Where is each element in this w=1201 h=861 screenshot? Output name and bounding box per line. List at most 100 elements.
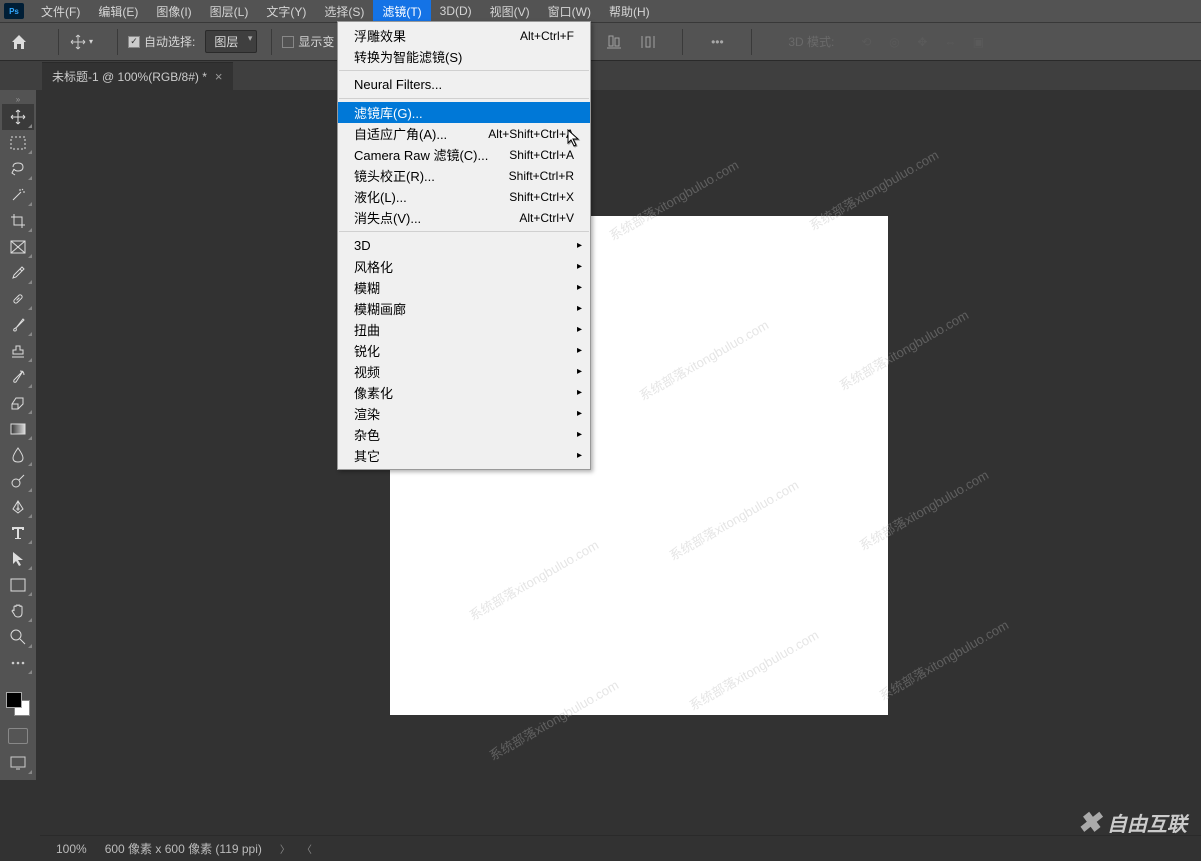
crop-tool[interactable] — [2, 208, 34, 234]
more-options-icon[interactable]: ••• — [707, 32, 727, 52]
auto-select-checkbox[interactable]: ✓ 自动选择: — [128, 33, 195, 50]
color-swatches[interactable] — [6, 692, 30, 716]
menu-item-4[interactable]: 文字(Y) — [257, 0, 315, 22]
status-bar: 100% 600 像素 x 600 像素 (119 ppi) 〉 〈 — [40, 835, 1201, 861]
filter-menu: 浮雕效果Alt+Ctrl+F转换为智能滤镜(S)Neural Filters..… — [337, 21, 591, 470]
menu-item[interactable]: 镜头校正(R)...Shift+Ctrl+R — [338, 165, 590, 186]
document-tab[interactable]: 未标题-1 @ 100%(RGB/8#) * × — [42, 62, 233, 90]
menu-item-label: 3D — [354, 238, 574, 253]
menu-item-10[interactable]: 帮助(H) — [600, 0, 659, 22]
more-tool[interactable] — [2, 650, 34, 676]
3d-slide-icon: ⇔ — [940, 32, 960, 52]
menu-item-7[interactable]: 3D(D) — [431, 0, 481, 22]
healing-tool[interactable] — [2, 286, 34, 312]
zoom-level[interactable]: 100% — [56, 842, 87, 856]
collapse-icon[interactable]: » — [0, 94, 36, 104]
magic-wand-tool[interactable] — [2, 182, 34, 208]
foreground-color[interactable] — [6, 692, 22, 708]
show-transform-label: 显示变 — [298, 33, 334, 50]
menu-item-label: Camera Raw 滤镜(C)... — [354, 145, 509, 164]
gradient-tool[interactable] — [2, 416, 34, 442]
menu-item-label: 锐化 — [354, 341, 574, 360]
menu-item[interactable]: 滤镜库(G)... — [338, 102, 590, 123]
menu-item[interactable]: 转换为智能滤镜(S) — [338, 46, 590, 67]
marquee-tool[interactable] — [2, 130, 34, 156]
dodge-tool[interactable] — [2, 468, 34, 494]
show-transform-checkbox[interactable]: 显示变 — [282, 33, 334, 50]
close-icon[interactable]: × — [215, 69, 223, 84]
stamp-tool[interactable] — [2, 338, 34, 364]
document-info[interactable]: 600 像素 x 600 像素 (119 ppi) — [105, 840, 262, 857]
menu-item[interactable]: 扭曲 — [338, 319, 590, 340]
eyedropper-tool[interactable] — [2, 260, 34, 286]
menu-item[interactable]: 3D — [338, 235, 590, 256]
menu-bar: Ps 文件(F)编辑(E)图像(I)图层(L)文字(Y)选择(S)滤镜(T)3D… — [0, 0, 1201, 22]
menu-item-3[interactable]: 图层(L) — [201, 0, 258, 22]
menu-item-5[interactable]: 选择(S) — [315, 0, 373, 22]
menu-item[interactable]: 模糊 — [338, 277, 590, 298]
pen-tool[interactable] — [2, 494, 34, 520]
menu-item[interactable]: 视频 — [338, 361, 590, 382]
blur-tool[interactable] — [2, 442, 34, 468]
menu-item-9[interactable]: 窗口(W) — [539, 0, 600, 22]
menu-item[interactable]: 渲染 — [338, 403, 590, 424]
screen-mode-icon[interactable] — [2, 750, 34, 776]
brand-x-icon: ✖ — [1078, 806, 1101, 839]
chevron-right-icon[interactable]: 〉 — [280, 841, 290, 856]
menu-item-label: 液化(L)... — [354, 187, 509, 206]
menu-item[interactable]: 消失点(V)...Alt+Ctrl+V — [338, 207, 590, 228]
move-tool[interactable] — [2, 104, 34, 130]
menu-item[interactable]: 像素化 — [338, 382, 590, 403]
3d-zoom-icon: ▣ — [968, 32, 988, 52]
quick-mask-icon[interactable] — [8, 728, 28, 744]
hand-tool[interactable] — [2, 598, 34, 624]
menu-item[interactable]: Neural Filters... — [338, 74, 590, 95]
menu-item-label: 浮雕效果 — [354, 26, 520, 45]
menu-item-2[interactable]: 图像(I) — [147, 0, 200, 22]
canvas-area[interactable]: 系统部落xitongbuluo.com系统部落xitongbuluo.com系统… — [40, 90, 1201, 833]
type-tool[interactable] — [2, 520, 34, 546]
brand-watermark: ✖ 自由互联 — [1078, 806, 1187, 839]
brush-tool[interactable] — [2, 312, 34, 338]
menu-item[interactable]: 风格化 — [338, 256, 590, 277]
path-select-tool[interactable] — [2, 546, 34, 572]
3d-orbit-icon: ⟲ — [856, 32, 876, 52]
menu-item[interactable]: 浮雕效果Alt+Ctrl+F — [338, 25, 590, 46]
align-icon[interactable] — [604, 32, 624, 52]
menu-item-label: 消失点(V)... — [354, 208, 519, 227]
chevron-left-icon[interactable]: 〈 — [302, 841, 312, 856]
menu-item[interactable]: 自适应广角(A)...Alt+Shift+Ctrl+A — [338, 123, 590, 144]
zoom-tool[interactable] — [2, 624, 34, 650]
frame-tool[interactable] — [2, 234, 34, 260]
menu-item[interactable]: 锐化 — [338, 340, 590, 361]
menu-item-6[interactable]: 滤镜(T) — [373, 0, 430, 22]
tool-preset-dropdown[interactable]: ▾ — [89, 37, 99, 46]
menu-item-label: 镜头校正(R)... — [354, 166, 509, 185]
menu-shortcut: Shift+Ctrl+X — [509, 190, 574, 204]
auto-select-target[interactable]: 图层 — [205, 30, 257, 53]
history-brush-tool[interactable] — [2, 364, 34, 390]
menu-item[interactable]: 液化(L)...Shift+Ctrl+X — [338, 186, 590, 207]
eraser-tool[interactable] — [2, 390, 34, 416]
menu-item-label: 像素化 — [354, 383, 574, 402]
checkbox-icon — [282, 36, 294, 48]
menu-item[interactable]: 模糊画廊 — [338, 298, 590, 319]
menu-item[interactable]: Camera Raw 滤镜(C)...Shift+Ctrl+A — [338, 144, 590, 165]
menu-item-label: 扭曲 — [354, 320, 574, 339]
move-tool-icon — [69, 33, 87, 51]
home-icon[interactable] — [8, 32, 30, 52]
menu-item[interactable]: 其它 — [338, 445, 590, 466]
distribute-icon[interactable] — [638, 32, 658, 52]
menu-separator — [339, 70, 589, 71]
watermark-text: 系统部落xitongbuluo.com — [875, 615, 1012, 705]
menu-item-1[interactable]: 编辑(E) — [89, 0, 147, 22]
menu-item-0[interactable]: 文件(F) — [32, 0, 89, 22]
rectangle-tool[interactable] — [2, 572, 34, 598]
lasso-tool[interactable] — [2, 156, 34, 182]
document-title: 未标题-1 @ 100%(RGB/8#) * — [52, 68, 207, 85]
menu-item-8[interactable]: 视图(V) — [481, 0, 539, 22]
menu-shortcut: Alt+Ctrl+F — [520, 29, 574, 43]
menu-shortcut: Alt+Shift+Ctrl+A — [488, 127, 574, 141]
menu-item[interactable]: 杂色 — [338, 424, 590, 445]
3d-mode-label: 3D 模式: — [788, 33, 834, 50]
